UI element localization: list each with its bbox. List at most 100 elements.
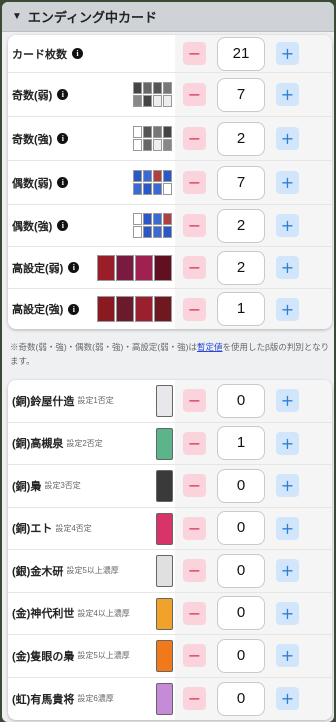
- decrement-button[interactable]: −: [183, 83, 206, 106]
- increment-button[interactable]: +: [276, 474, 299, 498]
- count-value[interactable]: 0: [217, 638, 265, 673]
- info-icon[interactable]: i: [72, 48, 83, 59]
- increment-button[interactable]: +: [276, 83, 299, 106]
- increment-button[interactable]: +: [276, 42, 299, 65]
- card-row: (金)神代利世 設定4以上濃厚 − 0 +: [8, 592, 332, 635]
- card-thumbnail: [143, 82, 152, 94]
- card-thumbnail: [163, 213, 172, 225]
- row-label: 偶数(弱) i: [8, 175, 69, 191]
- card-name: (銀)金木研 設定5以上濃厚: [12, 565, 119, 578]
- increment-button[interactable]: +: [276, 171, 299, 194]
- decrement-button[interactable]: −: [183, 644, 206, 668]
- increment-button[interactable]: +: [276, 559, 299, 583]
- count-value[interactable]: 0: [217, 468, 265, 503]
- decrement-button[interactable]: −: [183, 516, 206, 540]
- increment-button[interactable]: +: [276, 127, 299, 150]
- card-thumbnails: [97, 295, 173, 322]
- card-thumbnails: [97, 254, 173, 281]
- collapse-triangle-icon[interactable]: ▼: [12, 11, 22, 22]
- card-name: (金)隻眼の梟 設定5以上濃厚: [12, 650, 130, 663]
- increment-button[interactable]: +: [276, 516, 299, 540]
- card-thumbnail: [163, 95, 172, 107]
- count-row: 奇数(強) i − 2 +: [8, 117, 332, 161]
- count-value[interactable]: 0: [217, 596, 265, 631]
- card-thumbnail: [163, 126, 172, 138]
- increment-button[interactable]: +: [276, 601, 299, 625]
- count-row: 偶数(強) i − 2 +: [8, 205, 332, 247]
- count-value[interactable]: 7: [217, 77, 265, 112]
- card-name: (銅)高槻泉 設定2否定: [12, 438, 103, 451]
- row-label: 偶数(強) i: [8, 218, 69, 234]
- count-value[interactable]: 1: [217, 426, 265, 461]
- decrement-button[interactable]: −: [183, 214, 206, 237]
- stepper: − 2 +: [175, 247, 332, 288]
- count-value[interactable]: 2: [217, 250, 265, 285]
- setting-hint: 設定6濃厚: [77, 694, 114, 704]
- count-row: 高設定(強) i − 1 +: [8, 289, 332, 329]
- decrement-button[interactable]: −: [183, 127, 206, 150]
- count-value[interactable]: 0: [217, 383, 265, 418]
- character-card-image: [156, 385, 173, 417]
- count-value[interactable]: 0: [217, 553, 265, 588]
- card-thumbnail: [135, 254, 153, 281]
- decrement-button[interactable]: −: [183, 559, 206, 583]
- info-icon[interactable]: i: [68, 262, 80, 273]
- card-thumbnail: [116, 295, 134, 322]
- increment-button[interactable]: +: [276, 687, 299, 711]
- stepper: − 7 +: [175, 73, 332, 116]
- beta-note: ※奇数(弱・強)・偶数(弱・強)・高設定(弱・強)は暫定値を使用したβ版の判別と…: [10, 342, 330, 366]
- count-value[interactable]: 0: [217, 511, 265, 546]
- stepper: − 0 +: [175, 507, 332, 549]
- increment-button[interactable]: +: [276, 644, 299, 668]
- stepper: − 2 +: [175, 117, 332, 160]
- row-label: カード枚数 i: [8, 46, 83, 62]
- character-card-image: [156, 427, 173, 460]
- decrement-button[interactable]: −: [183, 431, 206, 455]
- setting-hint: 設定5以上濃厚: [66, 566, 119, 576]
- section-header[interactable]: ▼ エンディング中カード: [2, 2, 334, 32]
- count-value[interactable]: 21: [217, 36, 265, 71]
- increment-button[interactable]: +: [276, 431, 299, 455]
- card-name: (銅)エト 設定4否定: [12, 523, 92, 536]
- stepper: − 1 +: [175, 422, 332, 464]
- decrement-button[interactable]: −: [183, 256, 206, 279]
- count-value[interactable]: 7: [217, 165, 265, 200]
- decrement-button[interactable]: −: [183, 687, 206, 711]
- card-thumbnail: [97, 295, 115, 322]
- card-thumbnail: [153, 226, 162, 238]
- setting-hint: 設定5以上濃厚: [77, 651, 130, 661]
- decrement-button[interactable]: −: [183, 474, 206, 498]
- info-icon[interactable]: i: [57, 177, 69, 188]
- info-icon[interactable]: i: [57, 133, 69, 144]
- info-icon[interactable]: i: [57, 89, 69, 100]
- card-row: (銅)高槻泉 設定2否定 − 1 +: [8, 422, 332, 465]
- card-name: (金)神代利世 設定4以上濃厚: [12, 608, 130, 621]
- count-value[interactable]: 2: [217, 208, 265, 243]
- card-row: (銀)金木研 設定5以上濃厚 − 0 +: [8, 550, 332, 593]
- card-thumbnail: [153, 95, 162, 107]
- row-label: 奇数(弱) i: [8, 87, 69, 103]
- card-list: (銅)鈴屋什造 設定1否定 − 0 + (銅)高槻泉 設定2否定 − 1 + (…: [8, 380, 332, 720]
- count-value[interactable]: 2: [217, 121, 265, 156]
- decrement-button[interactable]: −: [183, 601, 206, 625]
- info-icon[interactable]: i: [68, 303, 80, 315]
- increment-button[interactable]: +: [276, 297, 299, 321]
- stepper: − 0 +: [175, 592, 332, 634]
- count-value[interactable]: 1: [217, 292, 265, 326]
- decrement-button[interactable]: −: [183, 389, 206, 413]
- character-card-image: [156, 512, 173, 545]
- increment-button[interactable]: +: [276, 214, 299, 237]
- increment-button[interactable]: +: [276, 389, 299, 413]
- increment-button[interactable]: +: [276, 256, 299, 279]
- card-thumbnail: [97, 254, 115, 281]
- count-value[interactable]: 0: [217, 681, 265, 716]
- decrement-button[interactable]: −: [183, 297, 206, 321]
- decrement-button[interactable]: −: [183, 42, 206, 65]
- info-icon[interactable]: i: [57, 220, 69, 231]
- setting-hint: 設定1否定: [77, 396, 114, 406]
- decrement-button[interactable]: −: [183, 171, 206, 194]
- card-thumbnail: [153, 126, 162, 138]
- provisional-value-link[interactable]: 暫定値: [197, 342, 223, 352]
- card-row: (銅)梟 設定3否定 − 0 +: [8, 465, 332, 508]
- card-name: (虹)有馬貴将 設定6濃厚: [12, 693, 114, 706]
